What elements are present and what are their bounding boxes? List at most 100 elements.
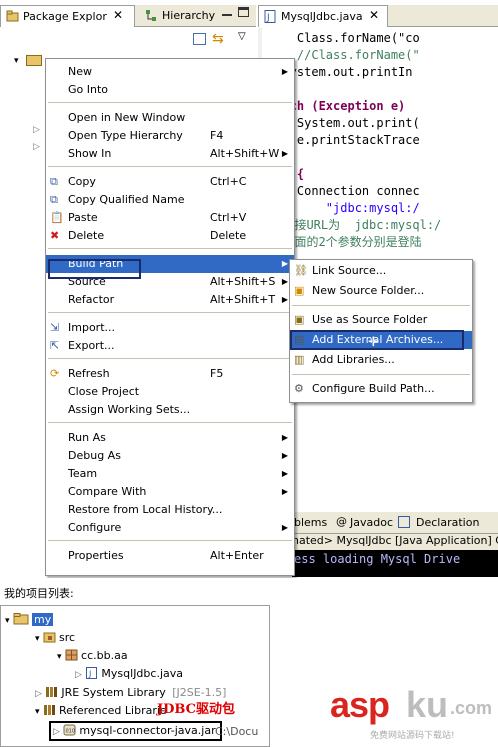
tree-node-label: src (59, 631, 76, 644)
menu-item-refresh[interactable]: ⟳ Refresh F5 (46, 365, 294, 383)
menu-separator (292, 374, 470, 375)
code-line: Class.forName("co (268, 31, 420, 45)
menu-item-configure-build-path[interactable]: ⚙ Configure Build Path... (290, 380, 472, 398)
menu-item-label: Refactor (68, 293, 115, 306)
menu-item-export[interactable]: ⇱ Export... (46, 337, 294, 355)
project-label: my (32, 613, 54, 626)
menu-item-open-in-new-window[interactable]: Open in New Window (46, 109, 294, 127)
menu-item-go-into[interactable]: Go Into (46, 81, 294, 99)
menu-item-label: Link Source... (312, 264, 387, 277)
close-icon[interactable]: ✕ (113, 8, 123, 22)
console-header: nated> MysqlJdbc [Java Application] C (292, 534, 498, 550)
menu-item-open-type-hierarchy[interactable]: Open Type Hierarchy F4 (46, 127, 294, 145)
minimize-icon[interactable] (222, 8, 232, 16)
menu-item-copy-qualified-name[interactable]: ⧉ Copy Qualified Name (46, 191, 294, 209)
menu-item-team[interactable]: Team ▶ (46, 465, 294, 483)
menu-item-label: Paste (68, 211, 98, 224)
menu-item-import[interactable]: ⇲ Import... (46, 319, 294, 337)
watermark-ku: ku (406, 684, 449, 725)
menu-item-new-source-folder[interactable]: ▣ New Source Folder... (290, 282, 472, 300)
menu-separator (48, 540, 292, 541)
tree-collapse-icon[interactable]: ▷ (35, 689, 42, 699)
tree-expand-icon[interactable]: ▾ (57, 652, 62, 662)
tree-node-referenced[interactable]: ▾ Referenced Librarie (35, 703, 167, 719)
menu-item-paste[interactable]: 📋 Paste Ctrl+V (46, 209, 294, 227)
tree-node-label: Referenced Librarie (59, 704, 167, 717)
tree-collapse-icon[interactable]: ▷ (53, 727, 60, 737)
tab-javadoc[interactable]: Javadoc (350, 516, 393, 529)
view-menu-icon[interactable]: ▽ (238, 31, 246, 42)
tree-node-jar[interactable]: ▷ 010 mysql-connector-java.jar (49, 721, 222, 741)
tab-hierarchy[interactable]: Hierarchy (140, 5, 218, 27)
menu-item-refactor[interactable]: Refactor Alt+Shift+T ▶ (46, 291, 294, 309)
library-icon (44, 705, 56, 715)
tree-collapse-icon[interactable]: ▷ (33, 125, 40, 135)
project-tree: ▾ my ▾ src ▾ cc.bb.aa ▷ J MysqlJdbc.java … (0, 605, 270, 747)
menu-item-label: Add Libraries... (312, 353, 395, 366)
menu-item-shortcut: Alt+Shift+W (210, 147, 280, 160)
menu-item-restore-from-local-history[interactable]: Restore from Local History... (46, 501, 294, 519)
tab-editor-file[interactable]: J MysqlJdbc.java ✕ (258, 5, 388, 27)
source-folder-icon: ▣ (294, 313, 305, 326)
tab-problems[interactable]: blems (294, 516, 327, 529)
menu-item-use-as-source-folder[interactable]: ▣ Use as Source Folder (290, 311, 472, 329)
menu-item-assign-working-sets[interactable]: Assign Working Sets... (46, 401, 294, 419)
submenu-arrow-icon: ▶ (281, 259, 288, 268)
maximize-icon[interactable] (238, 7, 249, 17)
tree-expand-icon[interactable]: ▾ (35, 634, 40, 644)
menu-item-label: Use as Source Folder (312, 313, 428, 326)
submenu-arrow-icon: ▶ (281, 433, 288, 442)
watermark-sub: 免费网站源码下载站! (370, 731, 455, 741)
tree-node-package[interactable]: ▾ cc.bb.aa (57, 648, 128, 664)
tree-collapse-icon[interactable]: ▷ (33, 142, 40, 152)
collapse-all-icon[interactable] (193, 33, 206, 45)
link-editor-icon[interactable]: ⇆ (212, 31, 224, 47)
jar-icon: 010 (63, 724, 76, 736)
highlight-box (48, 259, 141, 279)
menu-item-label: Close Project (68, 385, 140, 398)
menu-item-shortcut: Alt+Shift+S (210, 275, 276, 288)
menu-item-configure[interactable]: Configure ▶ (46, 519, 294, 537)
menu-item-new[interactable]: New ▶ (46, 63, 294, 81)
copy-icon: ⧉ (50, 175, 58, 188)
menu-item-label: New Source Folder... (312, 284, 425, 297)
tab-package-explorer[interactable]: Package Explor ✕ (0, 5, 135, 27)
tree-expand-icon[interactable]: ▾ (35, 707, 40, 717)
menu-item-compare-with[interactable]: Compare With ▶ (46, 483, 294, 501)
submenu-arrow-icon: ▶ (281, 67, 288, 76)
package-explorer-icon (6, 10, 19, 22)
menu-item-show-in[interactable]: Show In Alt+Shift+W ▶ (46, 145, 294, 163)
menu-item-link-source[interactable]: ⛓ Link Source... (290, 262, 472, 280)
menu-item-label: Restore from Local History... (68, 503, 223, 516)
menu-item-close-project[interactable]: Close Project (46, 383, 294, 401)
tab-label: Hierarchy (162, 9, 216, 22)
menu-separator (48, 312, 292, 313)
new-source-folder-icon: ▣ (294, 284, 305, 297)
tab-declaration[interactable]: Declaration (416, 516, 479, 529)
menu-item-label: Debug As (68, 449, 121, 462)
menu-item-copy[interactable]: ⧉ Copy Ctrl+C (46, 173, 294, 191)
menu-item-add-libraries[interactable]: ▥ Add Libraries... (290, 351, 472, 369)
menu-item-label: Compare With (68, 485, 147, 498)
menu-item-run-as[interactable]: Run As ▶ (46, 429, 294, 447)
menu-item-delete[interactable]: ✖ Delete Delete (46, 227, 294, 245)
tree-collapse-icon[interactable]: ▷ (75, 670, 82, 680)
console-output[interactable]: ess loading Mysql Drive (292, 550, 498, 577)
at-icon: @ (336, 515, 347, 528)
paste-icon: 📋 (50, 211, 64, 224)
menu-item-shortcut: Delete (210, 229, 247, 242)
menu-item-debug-as[interactable]: Debug As ▶ (46, 447, 294, 465)
tree-expand-icon[interactable]: ▾ (5, 616, 10, 626)
svg-text:010: 010 (66, 729, 76, 735)
tree-expand-icon[interactable]: ▾ (14, 56, 19, 66)
delete-icon: ✖ (50, 229, 60, 242)
menu-item-properties[interactable]: Properties Alt+Enter (46, 547, 294, 565)
tree-node-project[interactable]: ▾ my (5, 612, 54, 628)
menu-item-label: Show In (68, 147, 112, 160)
tree-node-file[interactable]: ▷ J MysqlJdbc.java (75, 666, 183, 682)
tree-node-label: JRE System Library (61, 686, 166, 699)
tree-node-src[interactable]: ▾ src (35, 630, 75, 646)
menu-item-label: Copy Qualified Name (68, 193, 185, 206)
import-icon: ⇲ (50, 321, 60, 334)
close-icon[interactable]: ✕ (369, 8, 379, 22)
